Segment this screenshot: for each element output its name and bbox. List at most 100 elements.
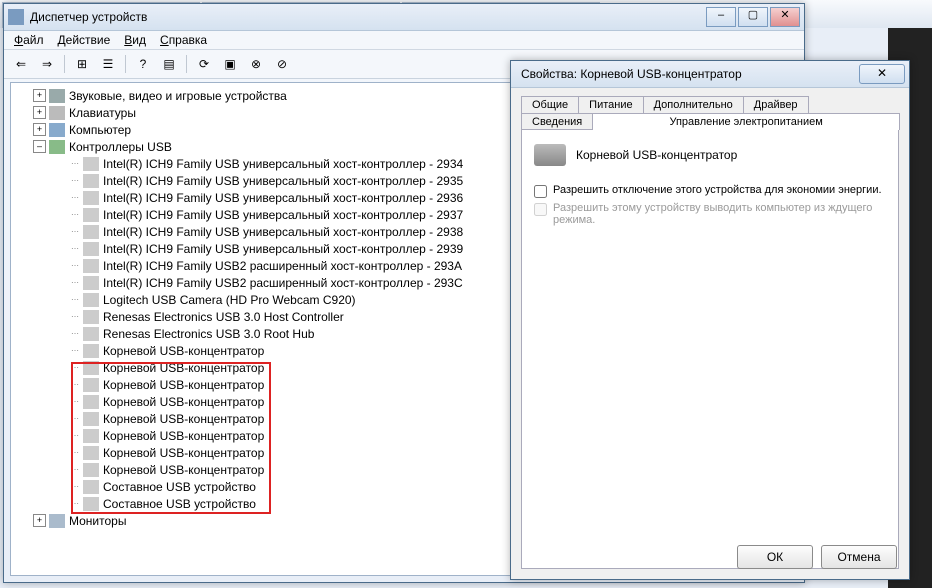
expand-icon[interactable]: + [33, 89, 46, 102]
device-label: Intel(R) ICH9 Family USB универсальный х… [103, 191, 463, 205]
device-icon [83, 259, 99, 273]
device-icon [83, 480, 99, 494]
device-label: Renesas Electronics USB 3.0 Root Hub [103, 327, 314, 341]
device-icon [83, 293, 99, 307]
close-button[interactable]: ✕ [770, 7, 800, 27]
show-hidden-button[interactable]: ⊞ [71, 53, 93, 75]
device-icon [83, 191, 99, 205]
allow-wake-checkbox: Разрешить этому устройству выводить комп… [534, 202, 886, 226]
tab-details[interactable]: Сведения [521, 113, 593, 130]
bullet-icon: ⋯ [71, 431, 79, 440]
device-icon [83, 361, 99, 375]
device-label: Intel(R) ICH9 Family USB2 расширенный хо… [103, 259, 462, 273]
app-icon [8, 9, 24, 25]
scan-button[interactable]: ⟳ [193, 53, 215, 75]
allow-poweroff-checkbox[interactable]: Разрешить отключение этого устройства дл… [534, 184, 886, 198]
tab-row-1: Общие Питание Дополнительно Драйвер [521, 96, 899, 113]
window-title: Диспетчер устройств [30, 10, 706, 24]
separator [186, 55, 187, 73]
device-icon [83, 174, 99, 188]
usb-hub-icon [534, 144, 566, 166]
device-icon [83, 497, 99, 511]
tab-advanced[interactable]: Дополнительно [643, 96, 744, 113]
close-button[interactable]: ✕ [859, 64, 905, 84]
bullet-icon: ⋯ [71, 278, 79, 287]
separator [64, 55, 65, 73]
device-icon [83, 429, 99, 443]
tab-power[interactable]: Питание [578, 96, 643, 113]
device-label: Renesas Electronics USB 3.0 Host Control… [103, 310, 344, 324]
bullet-icon: ⋯ [71, 346, 79, 355]
device-label: Корневой USB-концентратор [103, 412, 264, 426]
device-label: Intel(R) ICH9 Family USB универсальный х… [103, 208, 463, 222]
dialog-title: Свойства: Корневой USB-концентратор [515, 67, 859, 81]
device-icon [83, 463, 99, 477]
view-button[interactable]: ☰ [97, 53, 119, 75]
tab-driver[interactable]: Драйвер [743, 96, 809, 113]
device-label: Составное USB устройство [103, 480, 256, 494]
device-label: Корневой USB-концентратор [103, 378, 264, 392]
device-label: Intel(R) ICH9 Family USB универсальный х… [103, 242, 463, 256]
bullet-icon: ⋯ [71, 499, 79, 508]
maximize-button[interactable]: ▢ [738, 7, 768, 27]
uninstall-button[interactable]: ⊗ [245, 53, 267, 75]
device-name: Корневой USB-концентратор [576, 148, 737, 162]
menu-file[interactable]: Файл [14, 33, 44, 47]
update-driver-button[interactable]: ▣ [219, 53, 241, 75]
bullet-icon: ⋯ [71, 295, 79, 304]
properties-button[interactable]: ▤ [158, 53, 180, 75]
bullet-icon: ⋯ [71, 414, 79, 423]
help-button[interactable]: ? [132, 53, 154, 75]
menu-action[interactable]: Действие [58, 33, 111, 47]
tab-row-2: Сведения Управление электропитанием [521, 113, 899, 130]
device-icon [83, 310, 99, 324]
expand-icon[interactable]: + [33, 123, 46, 136]
device-header: Корневой USB-концентратор [534, 144, 886, 166]
device-icon [83, 327, 99, 341]
computer-icon [49, 123, 65, 137]
bullet-icon: ⋯ [71, 363, 79, 372]
sound-icon [49, 89, 65, 103]
tab-panel: Корневой USB-концентратор Разрешить откл… [521, 129, 899, 569]
device-icon [83, 446, 99, 460]
bullet-icon: ⋯ [71, 227, 79, 236]
bullet-icon: ⋯ [71, 380, 79, 389]
device-icon [83, 157, 99, 171]
expand-icon[interactable]: + [33, 106, 46, 119]
bullet-icon: ⋯ [71, 210, 79, 219]
ok-button[interactable]: ОК [737, 545, 813, 569]
device-icon [83, 378, 99, 392]
bullet-icon: ⋯ [71, 176, 79, 185]
device-icon [83, 395, 99, 409]
monitor-icon [49, 514, 65, 528]
device-label: Intel(R) ICH9 Family USB универсальный х… [103, 225, 463, 239]
collapse-icon[interactable]: – [33, 140, 46, 153]
menu-help[interactable]: Справка [160, 33, 207, 47]
forward-button[interactable]: ⇒ [36, 53, 58, 75]
minimize-button[interactable]: – [706, 7, 736, 27]
usb-icon [49, 140, 65, 154]
titlebar[interactable]: Свойства: Корневой USB-концентратор ✕ [511, 61, 909, 88]
tab-powermgmt[interactable]: Управление электропитанием [592, 113, 900, 130]
device-label: Корневой USB-концентратор [103, 361, 264, 375]
dialog-buttons: ОК Отмена [737, 545, 897, 569]
back-button[interactable]: ⇐ [10, 53, 32, 75]
bullet-icon: ⋯ [71, 329, 79, 338]
device-label: Составное USB устройство [103, 497, 256, 511]
expand-icon[interactable]: + [33, 514, 46, 527]
tab-general[interactable]: Общие [521, 96, 579, 113]
checkbox-input[interactable] [534, 185, 547, 198]
titlebar[interactable]: Диспетчер устройств – ▢ ✕ [4, 4, 804, 31]
bullet-icon: ⋯ [71, 448, 79, 457]
device-label: Intel(R) ICH9 Family USB2 расширенный хо… [103, 276, 463, 290]
cancel-button[interactable]: Отмена [821, 545, 897, 569]
device-icon [83, 242, 99, 256]
device-label: Intel(R) ICH9 Family USB универсальный х… [103, 157, 463, 171]
device-label: Корневой USB-концентратор [103, 395, 264, 409]
device-label: Корневой USB-концентратор [103, 446, 264, 460]
device-label: Корневой USB-концентратор [103, 463, 264, 477]
menu-view[interactable]: Вид [124, 33, 146, 47]
keyboard-icon [49, 106, 65, 120]
disable-button[interactable]: ⊘ [271, 53, 293, 75]
bullet-icon: ⋯ [71, 159, 79, 168]
